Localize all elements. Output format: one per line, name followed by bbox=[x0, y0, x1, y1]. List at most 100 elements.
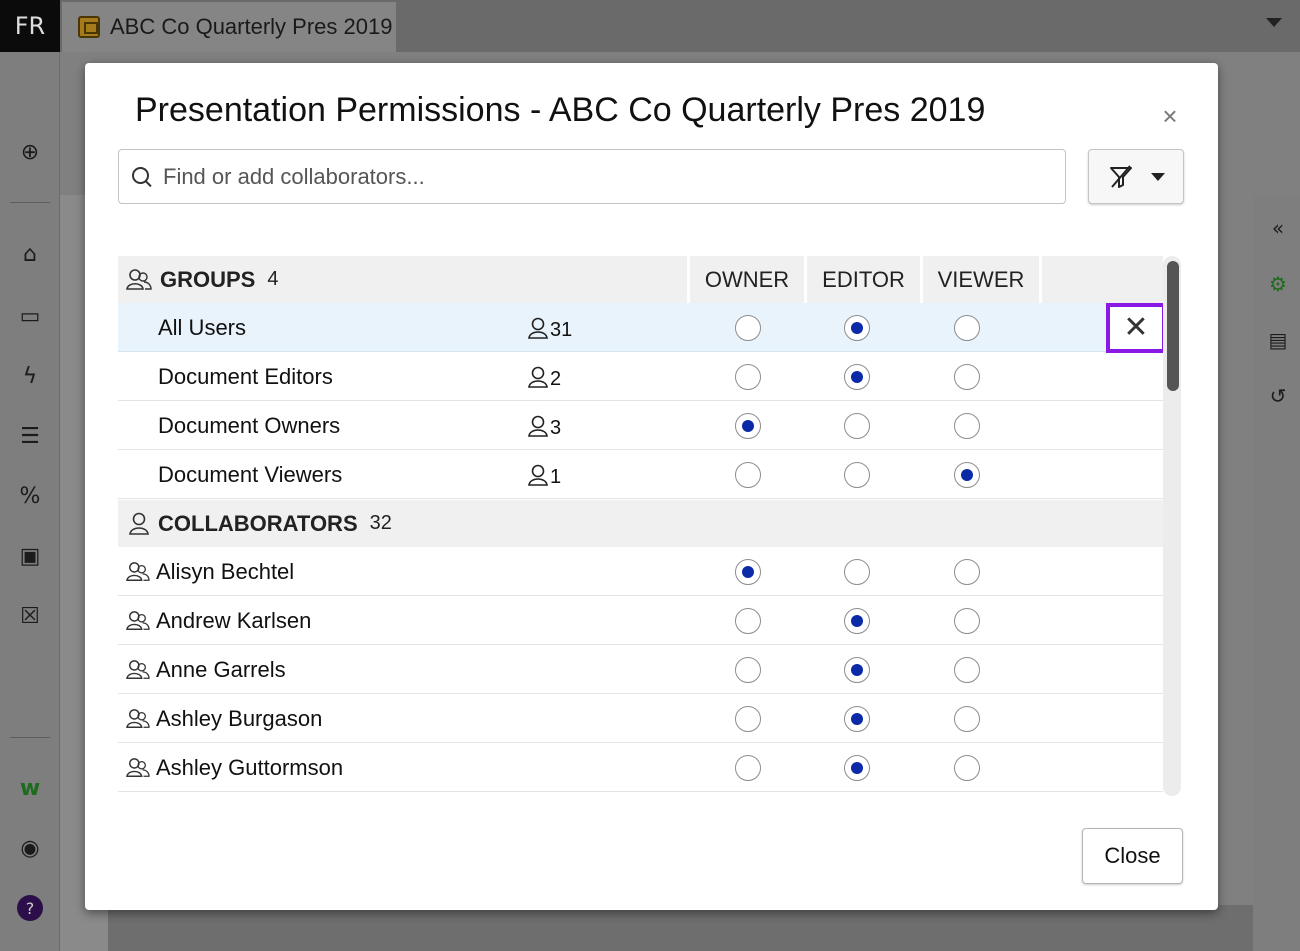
collaborators-section-title: COLLABORATORS bbox=[158, 510, 358, 536]
user-group-icon bbox=[126, 561, 150, 581]
viewer-radio[interactable] bbox=[954, 462, 980, 488]
viewer-radio[interactable] bbox=[954, 657, 980, 683]
table-row[interactable]: Document Viewers 1 bbox=[118, 450, 1163, 499]
calendar-icon[interactable]: ▣ bbox=[16, 542, 44, 570]
presentation-icon bbox=[78, 16, 100, 38]
account-circle-icon[interactable]: ◉ bbox=[16, 834, 44, 862]
user-group-icon bbox=[126, 757, 150, 777]
user-icon bbox=[528, 464, 548, 486]
viewer-radio[interactable] bbox=[954, 413, 980, 439]
tab-menu-chevron-down-icon[interactable] bbox=[1266, 18, 1282, 27]
list-icon[interactable]: ☰ bbox=[16, 422, 44, 450]
home-icon[interactable]: ⌂ bbox=[16, 240, 44, 268]
search-icon bbox=[131, 166, 153, 188]
viewer-radio[interactable] bbox=[954, 755, 980, 781]
owner-radio[interactable] bbox=[735, 706, 761, 732]
table-row[interactable]: Ashley Burgason bbox=[118, 694, 1163, 743]
folder-icon[interactable]: ▭ bbox=[16, 302, 44, 330]
editor-radio[interactable] bbox=[844, 608, 870, 634]
user-group-icon bbox=[126, 610, 150, 630]
scrollbar-thumb[interactable] bbox=[1167, 261, 1179, 391]
table-row[interactable]: Alisyn Bechtel bbox=[118, 547, 1163, 596]
user-group-icon bbox=[126, 708, 150, 728]
task-icon[interactable]: ☒ bbox=[16, 602, 44, 630]
filter-off-icon bbox=[1110, 164, 1132, 188]
user-group-icon bbox=[126, 659, 150, 679]
group-name: Document Editors bbox=[158, 363, 333, 389]
close-icon: ✕ bbox=[1123, 310, 1149, 345]
table-row[interactable]: Anne Garrels bbox=[118, 645, 1163, 694]
help-icon[interactable]: ? bbox=[16, 894, 44, 922]
member-count: 31 bbox=[528, 303, 572, 352]
editor-radio[interactable] bbox=[844, 462, 870, 488]
group-name: Document Viewers bbox=[158, 461, 343, 487]
viewer-radio[interactable] bbox=[954, 559, 980, 585]
document-tab-label: ABC Co Quarterly Pres 2019 bbox=[110, 14, 393, 39]
remove-group-button[interactable]: ✕ bbox=[1106, 303, 1166, 353]
column-header-viewer: VIEWER bbox=[920, 256, 1039, 303]
sidebar-divider bbox=[10, 202, 50, 203]
collaborator-name: Andrew Karlsen bbox=[126, 596, 311, 645]
table-row[interactable]: Document Editors 2 bbox=[118, 352, 1163, 401]
member-count: 2 bbox=[528, 352, 561, 401]
document-tab[interactable]: ABC Co Quarterly Pres 2019 bbox=[62, 2, 396, 52]
collaborator-name: Ashley Guttormson bbox=[126, 743, 343, 792]
table-row[interactable]: Andrew Karlsen bbox=[118, 596, 1163, 645]
viewer-radio[interactable] bbox=[954, 364, 980, 390]
group-icon bbox=[126, 268, 152, 290]
owner-radio[interactable] bbox=[735, 462, 761, 488]
collapse-double-chevron-icon[interactable]: « bbox=[1265, 215, 1291, 241]
viewer-radio[interactable] bbox=[954, 608, 980, 634]
close-button[interactable]: Close bbox=[1082, 828, 1183, 884]
group-name: All Users bbox=[158, 314, 247, 340]
editor-radio[interactable] bbox=[844, 364, 870, 390]
editor-radio[interactable] bbox=[844, 755, 870, 781]
member-count: 1 bbox=[528, 450, 561, 499]
gear-icon[interactable]: ⚙ bbox=[1265, 271, 1291, 297]
owner-radio[interactable] bbox=[735, 413, 761, 439]
owner-radio[interactable] bbox=[735, 559, 761, 585]
table-row[interactable]: All Users 31 ✕ bbox=[118, 303, 1166, 353]
user-icon bbox=[528, 317, 548, 339]
owner-radio[interactable] bbox=[735, 364, 761, 390]
editor-radio[interactable] bbox=[844, 657, 870, 683]
owner-radio[interactable] bbox=[735, 755, 761, 781]
collaborator-search bbox=[118, 149, 1066, 204]
groups-section-title: GROUPS bbox=[160, 266, 256, 292]
lightning-icon[interactable]: ϟ bbox=[16, 362, 44, 390]
filter-dropdown-button[interactable] bbox=[1088, 149, 1184, 204]
background-footer bbox=[108, 905, 1253, 951]
sidebar-divider bbox=[10, 737, 50, 738]
table-row[interactable]: Ashley Guttormson bbox=[118, 743, 1163, 792]
collaborators-section-header: COLLABORATORS 32 bbox=[118, 500, 1163, 547]
add-circle-icon[interactable]: ⊕ bbox=[16, 138, 44, 166]
viewer-radio[interactable] bbox=[954, 315, 980, 341]
table-row[interactable]: Document Owners 3 bbox=[118, 401, 1163, 450]
collaborator-name: Anne Garrels bbox=[126, 645, 286, 694]
workiva-logo-icon[interactable]: w bbox=[16, 774, 44, 802]
group-name: Document Owners bbox=[158, 412, 341, 438]
owner-radio[interactable] bbox=[735, 315, 761, 341]
user-avatar-initials[interactable]: FR bbox=[0, 0, 60, 52]
history-icon[interactable]: ↺ bbox=[1265, 383, 1291, 409]
viewer-radio[interactable] bbox=[954, 706, 980, 732]
editor-radio[interactable] bbox=[844, 413, 870, 439]
editor-radio[interactable] bbox=[844, 315, 870, 341]
close-icon[interactable]: × bbox=[1157, 103, 1183, 129]
column-header-actions bbox=[1039, 256, 1163, 303]
percent-icon[interactable]: % bbox=[16, 482, 44, 510]
collaborators-count: 32 bbox=[369, 512, 392, 534]
comment-icon[interactable]: ▤ bbox=[1265, 327, 1291, 353]
editor-radio[interactable] bbox=[844, 706, 870, 732]
user-icon bbox=[129, 512, 149, 535]
owner-radio[interactable] bbox=[735, 657, 761, 683]
editor-radio[interactable] bbox=[844, 559, 870, 585]
member-count: 3 bbox=[528, 401, 561, 450]
chevron-down-icon bbox=[1151, 172, 1165, 181]
column-header-owner: OWNER bbox=[687, 256, 804, 303]
user-icon bbox=[528, 415, 548, 437]
search-input[interactable] bbox=[163, 163, 1043, 190]
user-icon bbox=[528, 366, 548, 388]
left-sidebar: ⊕ ⌂ ▭ ϟ ☰ % ▣ ☒ w ◉ ? bbox=[0, 52, 60, 951]
owner-radio[interactable] bbox=[735, 608, 761, 634]
